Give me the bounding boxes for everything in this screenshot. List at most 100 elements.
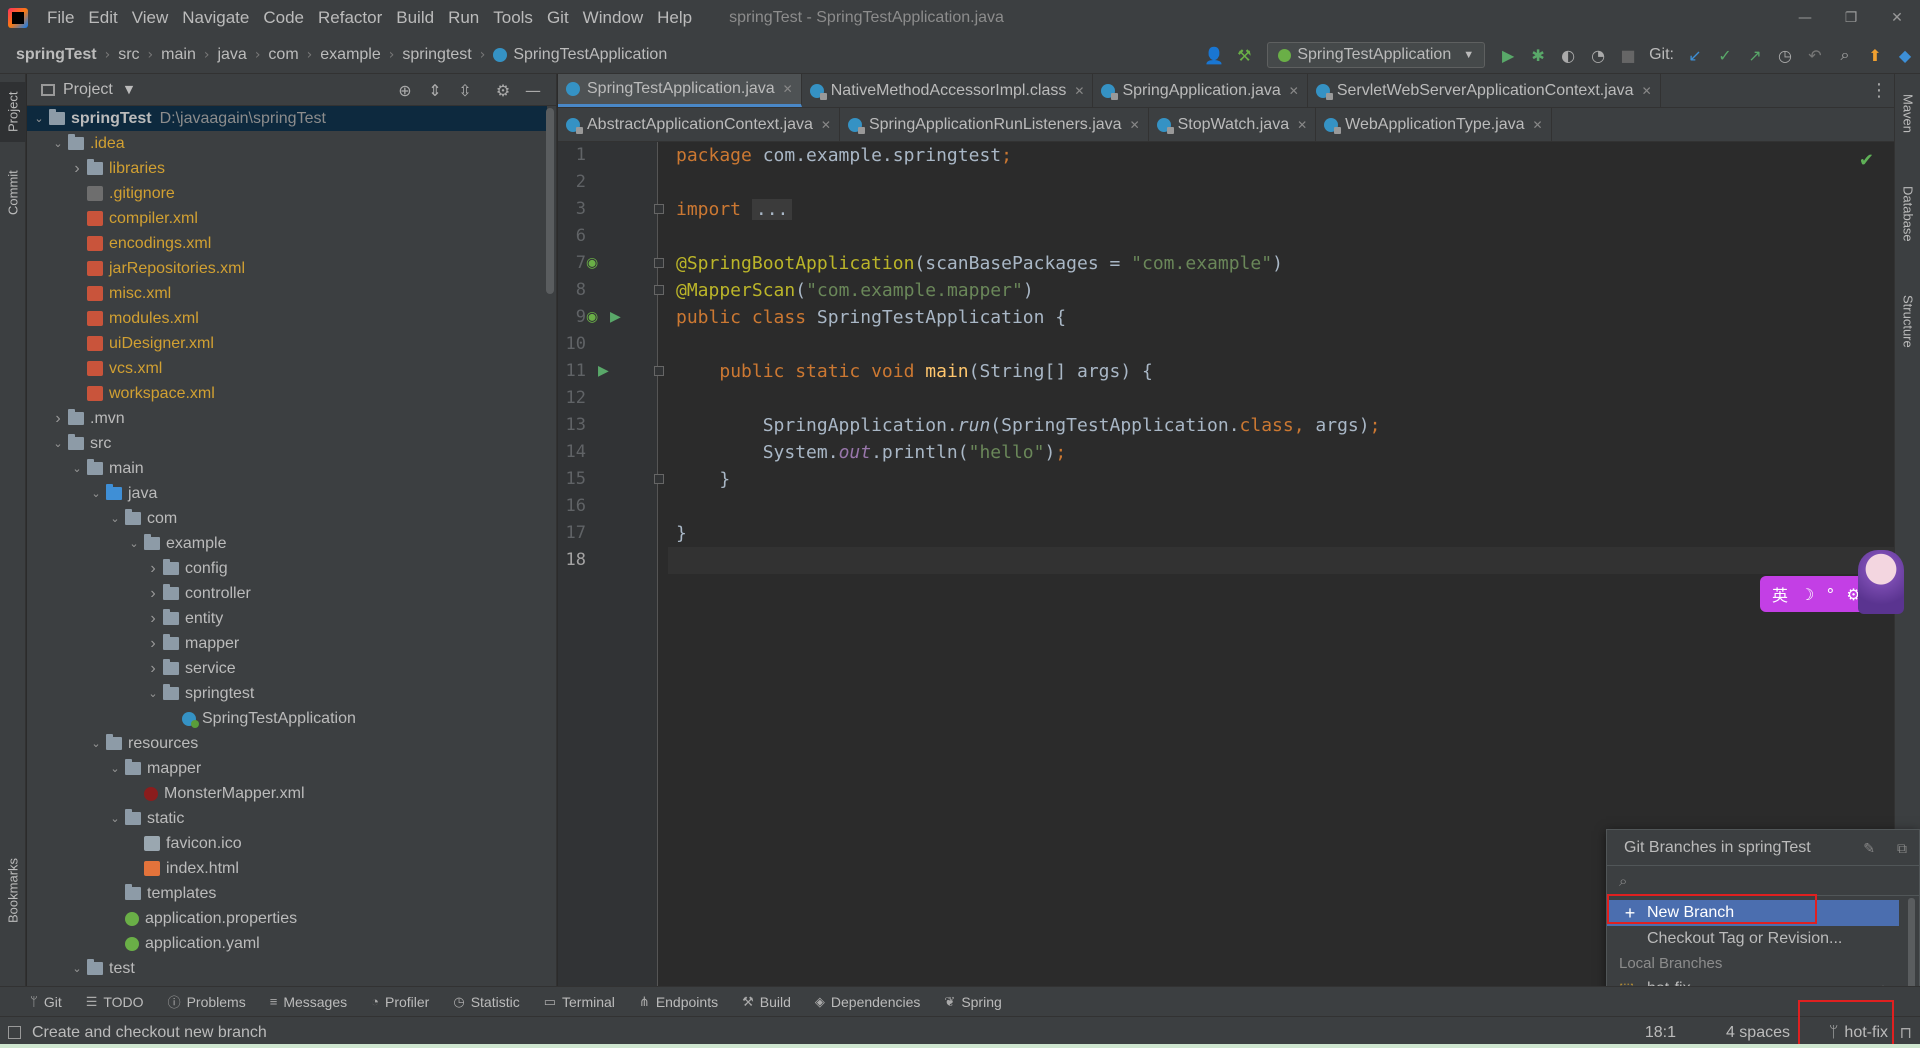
run-gutter-icon[interactable]: ▶ — [598, 358, 609, 385]
tree-item[interactable]: ⌄ example — [27, 531, 547, 556]
tab-maven[interactable]: Maven — [1895, 84, 1920, 144]
code-line[interactable]: } — [668, 520, 1894, 547]
spring-bean-icon[interactable]: ◉ — [586, 250, 598, 277]
tab-commit[interactable]: Commit — [0, 158, 26, 228]
chevron-down-icon[interactable]: ⌄ — [50, 437, 66, 450]
tree-item[interactable]: application.properties — [27, 906, 547, 931]
collapse-all-icon[interactable]: ⇳ — [450, 81, 480, 100]
close-tab-icon[interactable]: ✕ — [1130, 118, 1140, 132]
tab-database[interactable]: Database — [1895, 174, 1920, 254]
menu-tools[interactable]: Tools — [486, 0, 540, 36]
tree-item[interactable]: › controller — [27, 581, 547, 606]
checkout-tag-item[interactable]: Checkout Tag or Revision... — [1607, 926, 1919, 952]
history-icon[interactable]: ◷ — [1772, 42, 1798, 68]
locate-icon[interactable]: ⊕ — [390, 81, 420, 100]
tool-window-build[interactable]: ⚒ Build — [742, 994, 791, 1010]
tool-window-statistic[interactable]: ◷ Statistic — [453, 994, 519, 1010]
git-commit-icon[interactable]: ✓ — [1712, 42, 1738, 68]
breadcrumb-item[interactable]: main — [161, 46, 196, 64]
tree-item[interactable]: SpringTestApplication — [27, 706, 547, 731]
tree-item[interactable]: › libraries — [27, 156, 547, 181]
tree-item[interactable]: .gitignore — [27, 181, 547, 206]
tool-window-spring[interactable]: ❦ Spring — [944, 994, 1001, 1010]
tool-window-git[interactable]: ᛘ Git — [30, 994, 62, 1010]
tree-item[interactable]: ⌄ static — [27, 806, 547, 831]
tree-item[interactable]: › mapper — [27, 631, 547, 656]
search-icon[interactable]: ⌕ — [1832, 42, 1858, 68]
code-line[interactable] — [668, 169, 1894, 196]
tree-item[interactable]: application.yaml — [27, 931, 547, 956]
menu-navigate[interactable]: Navigate — [175, 0, 256, 36]
breadcrumb-item[interactable]: src — [118, 46, 139, 64]
close-tab-icon[interactable]: ✕ — [1642, 84, 1652, 98]
fold-marker-icon[interactable] — [654, 366, 664, 376]
update-available-icon[interactable]: ⬆ — [1862, 42, 1888, 68]
code-line[interactable]: public class SpringTestApplication { — [668, 304, 1894, 331]
chevron-down-icon[interactable]: ⌄ — [88, 737, 104, 750]
editor-tab[interactable]: ServletWebServerApplicationContext.java ✕ — [1308, 74, 1661, 107]
chevron-down-icon[interactable]: ⌄ — [69, 962, 85, 975]
code-line[interactable]: } — [668, 466, 1894, 493]
coverage-icon[interactable]: ◐ — [1555, 42, 1581, 68]
code-line[interactable]: SpringApplication.run(SpringTestApplicat… — [668, 412, 1894, 439]
run-gutter-icon[interactable]: ▶ — [610, 304, 621, 331]
project-panel-title[interactable]: Project — [63, 81, 113, 99]
menu-run[interactable]: Run — [441, 0, 486, 36]
editor-tab[interactable]: AbstractApplicationContext.java ✕ — [558, 108, 840, 141]
tree-item[interactable]: ⌄ .idea — [27, 131, 547, 156]
run-configuration-dropdown[interactable]: SpringTestApplication ▼ — [1267, 42, 1486, 68]
chevron-down-icon[interactable]: ⌄ — [107, 512, 123, 525]
tree-item[interactable]: ⌄ springTest D:\javaagain\springTest — [27, 106, 547, 131]
tree-item[interactable]: ⌄ springtest — [27, 681, 547, 706]
tab-project[interactable]: Project — [0, 82, 26, 142]
tree-item[interactable]: › config — [27, 556, 547, 581]
tree-item[interactable]: compiler.xml — [27, 206, 547, 231]
tree-item[interactable]: ⌄ resources — [27, 731, 547, 756]
code-line[interactable] — [668, 493, 1894, 520]
code-line[interactable] — [668, 331, 1894, 358]
tree-item[interactable]: templates — [27, 881, 547, 906]
close-tab-icon[interactable]: ✕ — [1533, 118, 1543, 132]
editor-tab[interactable]: StopWatch.java ✕ — [1149, 108, 1317, 141]
tool-window-dependencies[interactable]: ◈ Dependencies — [815, 994, 921, 1010]
tab-bookmarks[interactable]: Bookmarks — [0, 844, 26, 936]
menu-build[interactable]: Build — [389, 0, 441, 36]
close-tab-icon[interactable]: ✕ — [783, 82, 793, 96]
debug-icon[interactable]: ✱ — [1525, 42, 1551, 68]
chevron-down-icon[interactable]: ▼ — [125, 83, 133, 96]
editor-tab[interactable]: SpringApplication.java ✕ — [1093, 74, 1308, 107]
tool-window-terminal[interactable]: ▭ Terminal — [544, 994, 615, 1010]
spring-bean-icon[interactable]: ◉ — [586, 304, 598, 331]
tab-structure[interactable]: Structure — [1895, 278, 1920, 364]
chevron-down-icon[interactable]: ⌄ — [50, 137, 66, 150]
code-line[interactable] — [668, 547, 1894, 574]
menu-git[interactable]: Git — [540, 0, 576, 36]
close-tab-icon[interactable]: ✕ — [821, 118, 831, 132]
menu-refactor[interactable]: Refactor — [311, 0, 389, 36]
tool-window-problems[interactable]: ⓘ Problems — [168, 992, 246, 1011]
tree-item[interactable]: vcs.xml — [27, 356, 547, 381]
fold-marker-icon[interactable] — [654, 258, 664, 268]
code-line[interactable]: package com.example.springtest; — [668, 142, 1894, 169]
stop-icon[interactable]: ■ — [1615, 42, 1641, 68]
code-line[interactable]: @SpringBootApplication(scanBasePackages … — [668, 250, 1894, 277]
chevron-right-icon[interactable]: › — [50, 410, 66, 428]
status-toggle-icon[interactable] — [8, 1026, 21, 1039]
chevron-down-icon[interactable]: ⌄ — [88, 487, 104, 500]
breadcrumb-item[interactable]: SpringTestApplication — [513, 46, 667, 64]
editor-tab[interactable]: WebApplicationType.java ✕ — [1316, 108, 1552, 141]
chevron-down-icon[interactable]: ⌄ — [31, 112, 47, 125]
menu-window[interactable]: Window — [576, 0, 650, 36]
chevron-down-icon[interactable]: ⌄ — [145, 687, 161, 700]
tree-item[interactable]: ⌄ com — [27, 506, 547, 531]
fold-marker-icon[interactable] — [654, 474, 664, 484]
tree-item[interactable]: ⌄ main — [27, 456, 547, 481]
tree-item[interactable]: favicon.ico — [27, 831, 547, 856]
run-icon[interactable]: ▶ — [1495, 42, 1521, 68]
open-window-icon[interactable]: ⧉ — [1897, 840, 1907, 857]
tool-window-messages[interactable]: ≡ Messages — [270, 994, 347, 1010]
expand-all-icon[interactable]: ⇕ — [420, 81, 450, 100]
code-line[interactable]: @MapperScan("com.example.mapper") — [668, 277, 1894, 304]
breadcrumb-item[interactable]: springTest — [16, 46, 97, 64]
git-push-icon[interactable]: ↗ — [1742, 42, 1768, 68]
